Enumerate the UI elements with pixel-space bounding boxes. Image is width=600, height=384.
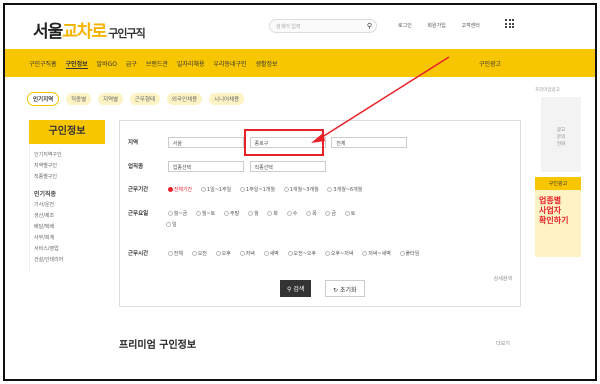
region-dong-select[interactable]: 전체 xyxy=(331,137,408,148)
apps-grid-icon[interactable] xyxy=(505,19,514,28)
subtab-foreigner[interactable]: 외국인채용 xyxy=(166,93,203,105)
sidebar: 구인정보 인기지역구인 지역별구인 직종별구인 인기직종 기사/운전 생산/제조… xyxy=(29,120,105,272)
time-option[interactable]: 오후~저녁 xyxy=(324,250,353,257)
sidebar-link[interactable]: 배달/택배 xyxy=(34,222,101,233)
day-option[interactable]: 월~토 xyxy=(195,210,215,217)
period-option[interactable]: 3개월~6개월 xyxy=(327,186,362,193)
premium-section-title: 프리미엄 구인정보 xyxy=(119,340,197,351)
sidebar-title: 구인정보 xyxy=(29,120,105,144)
industry-select[interactable]: 업종선택 xyxy=(167,161,244,172)
day-option[interactable]: 주말 xyxy=(224,210,239,217)
day-option[interactable]: 금 xyxy=(325,210,336,217)
district-highlight-box xyxy=(244,129,324,156)
subtab-work-type[interactable]: 근무형태 xyxy=(129,93,161,105)
refresh-icon: ↻ xyxy=(333,287,340,294)
time-option[interactable]: 풀타임 xyxy=(399,250,419,257)
period-option[interactable]: 1개월~3개월 xyxy=(283,186,319,193)
nav-item-albago[interactable]: 알바GO xyxy=(97,61,117,68)
day-row-wrap: 일 xyxy=(166,221,184,228)
region-city-select[interactable]: 서울 xyxy=(167,137,244,148)
time-option[interactable]: 저녁~새벽 xyxy=(362,250,391,257)
nav-item-hiring[interactable]: 일자리채용 xyxy=(177,61,205,68)
logo-prefix: 서울 xyxy=(33,22,63,42)
sidebar-link[interactable]: 기사/운전 xyxy=(34,200,101,211)
search-button[interactable]: ⚲ 검색 xyxy=(280,280,312,297)
sidebar-link[interactable]: 직종별구인 xyxy=(34,172,101,183)
sidebar-link[interactable]: 인기지역구인 xyxy=(34,150,101,161)
sidebar-section-title: 인기직종 xyxy=(34,191,57,198)
main-nav: 구인구직홈 구인정보 알바GO 급구 브랜드관 일자리채용 우리동네구인 생활정… xyxy=(5,49,595,77)
period-option[interactable]: 1주일~1개월 xyxy=(240,186,275,193)
occupation-select[interactable]: 직종선택 xyxy=(249,161,326,172)
nav-item-jobs[interactable]: 구인정보 xyxy=(65,61,88,69)
day-option[interactable]: 일 xyxy=(166,221,177,228)
time-option[interactable]: 오전 xyxy=(191,250,207,257)
ad-label: 프리미엄광고 xyxy=(535,88,560,93)
premium-more-link[interactable]: 더보기 xyxy=(496,340,510,347)
sidebar-link[interactable]: 지역별구인 xyxy=(34,161,101,172)
ad-banner-head: 구인광고 xyxy=(535,177,581,190)
job-row: 업직종 업종선택 직종선택 xyxy=(128,161,326,172)
search-input[interactable]: 검색어 입력 ⚲ xyxy=(269,19,377,33)
reset-button[interactable]: ↻ 초기화 xyxy=(325,280,365,297)
time-label: 근무시간 xyxy=(128,251,149,257)
sidebar-list: 인기지역구인 지역별구인 직종별구인 인기직종 기사/운전 생산/제조 배달/택… xyxy=(29,144,105,272)
period-row: 근무기간 전체기간 1일~1주일 1주일~1개월 1개월~3개월 3개월~6개월 xyxy=(128,185,369,193)
day-row: 근무요일 월~금 월~토 주말 월 화 수 목 금 토 xyxy=(128,209,362,217)
region-label: 지역 xyxy=(128,140,139,146)
job-label: 업직종 xyxy=(128,164,144,170)
ad-banner-text: 업종별 사업자 확인하기 xyxy=(539,196,569,225)
subtab-bar: 인기지역 직종별 지역별 근무형태 외국인채용 시니어채용 xyxy=(27,92,249,106)
day-option[interactable]: 화 xyxy=(267,210,278,217)
nav-item-urgent[interactable]: 급구 xyxy=(126,61,137,68)
nav-item-living[interactable]: 생활정보 xyxy=(255,61,277,68)
search-icon[interactable]: ⚲ xyxy=(367,22,372,30)
login-link[interactable]: 로그인 xyxy=(398,23,412,29)
day-option[interactable]: 월 xyxy=(247,210,259,217)
signup-link[interactable]: 회원가입 xyxy=(427,23,445,29)
nav-item-home[interactable]: 구인구직홈 xyxy=(29,61,57,68)
day-option[interactable]: 목 xyxy=(306,210,317,217)
time-option[interactable]: 오후 xyxy=(215,250,231,257)
nav-item-brand[interactable]: 브랜드관 xyxy=(146,61,168,68)
subtab-popular-region[interactable]: 인기지역 xyxy=(27,92,60,106)
subtab-senior[interactable]: 시니어채용 xyxy=(208,93,245,105)
logo-highlight: 교차로 xyxy=(62,22,107,42)
sidebar-link[interactable]: 건설/인테리어 xyxy=(34,255,101,266)
post-ad-link[interactable]: 구인광고 xyxy=(479,59,501,68)
ad-placeholder[interactable]: 광고 문의 전화 xyxy=(541,97,581,172)
subtab-by-region[interactable]: 지역별 xyxy=(97,93,124,105)
day-option[interactable]: 월~금 xyxy=(167,210,187,217)
support-link[interactable]: 고객센터 xyxy=(461,23,479,29)
nav-item-local[interactable]: 우리동네구인 xyxy=(213,61,246,68)
window-frame: 서울교차로 구인구직 검색어 입력 ⚲ 로그인 회원가입 고객센터 구인구직홈 구… xyxy=(3,3,597,381)
top-links: 로그인 회원가입 고객센터 xyxy=(398,22,494,29)
time-option[interactable]: 새벽 xyxy=(263,250,279,257)
sidebar-link[interactable]: 사무/회계 xyxy=(34,233,101,244)
subtab-by-job[interactable]: 직종별 xyxy=(66,93,92,105)
time-option[interactable]: 오전~오후 xyxy=(287,250,316,257)
time-row: 근무시간 전체 오전 오후 저녁 새벽 오전~오후 오후~저녁 저녁~새벽 풀타… xyxy=(128,249,426,257)
logo-suffix: 구인구직 xyxy=(108,27,145,40)
search-filter-panel: 지역 서울 종로구 전체 업직종 업종선택 직종선택 근무기간 전체기간 1일~… xyxy=(119,120,521,307)
period-label: 근무기간 xyxy=(128,187,149,193)
time-option[interactable]: 전체 xyxy=(167,250,183,257)
search-placeholder: 검색어 입력 xyxy=(276,24,301,30)
day-option[interactable]: 토 xyxy=(344,210,355,217)
site-logo[interactable]: 서울교차로 구인구직 xyxy=(33,17,146,42)
day-label: 근무요일 xyxy=(128,211,149,217)
period-option[interactable]: 1일~1주일 xyxy=(200,186,231,193)
day-option[interactable]: 수 xyxy=(286,210,297,217)
time-option[interactable]: 저녁 xyxy=(239,250,255,257)
period-option[interactable]: 전체기간 xyxy=(167,186,192,193)
header: 서울교차로 구인구직 검색어 입력 ⚲ 로그인 회원가입 고객센터 xyxy=(5,5,595,49)
ad-banner[interactable]: 구인광고 업종별 사업자 확인하기 xyxy=(535,177,581,257)
advanced-search-link[interactable]: 상세검색 xyxy=(494,275,512,282)
sidebar-link[interactable]: 생산/제조 xyxy=(34,211,101,222)
sidebar-link[interactable]: 서비스/영업 xyxy=(34,244,101,255)
